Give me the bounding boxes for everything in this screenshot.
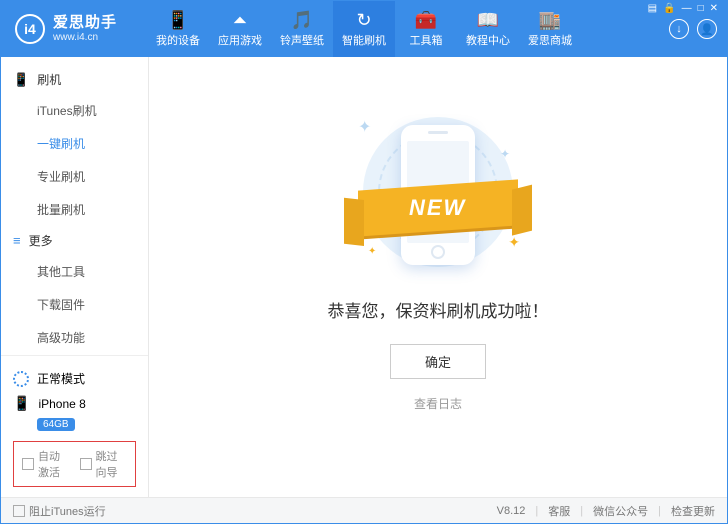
skip-guide-checkbox[interactable]: 跳过向导 [80,448,128,480]
lock-icon[interactable]: 🔒 [663,3,675,14]
sidebar: 📱 刷机 iTunes刷机 一键刷机 专业刷机 批量刷机 ≡ 更多 其他工具 下… [1,57,149,497]
sidebar-item-pro-flash[interactable]: 专业刷机 [1,160,148,193]
footer: 阻止iTunes运行 V8.12 | 客服 | 微信公众号 | 检查更新 [1,497,727,523]
device-name: iPhone 8 [38,397,85,411]
brand-logo[interactable]: i4 爱思助手 www.i4.cn [15,14,127,44]
window-controls: ▤ 🔒 — □ ✕ [648,3,718,14]
nav-tutorials[interactable]: 📖 教程中心 [457,1,519,57]
sidebar-bottom: 正常模式 📱 iPhone 8 64GB 自动激活 跳过向导 [1,355,148,497]
minimize-button[interactable]: — [682,3,692,14]
header-right: ↓ 👤 [669,19,717,39]
header: i4 爱思助手 www.i4.cn 📱 我的设备 ⏶ 应用游戏 🎵 铃声壁纸 ↻… [1,1,727,57]
brand-name: 爱思助手 [53,15,117,32]
nav-my-device[interactable]: 📱 我的设备 [147,1,209,57]
nav-store[interactable]: 🏬 爱思商城 [519,1,581,57]
body: 📱 刷机 iTunes刷机 一键刷机 专业刷机 批量刷机 ≡ 更多 其他工具 下… [1,57,727,497]
brand-site: www.i4.cn [53,32,117,43]
highlighted-options: 自动激活 跳过向导 [13,441,136,487]
book-icon: 📖 [477,11,499,29]
auto-activate-checkbox[interactable]: 自动激活 [22,448,70,480]
maximize-button[interactable]: □ [698,3,704,14]
checkbox-icon [13,505,25,517]
top-nav: 📱 我的设备 ⏶ 应用游戏 🎵 铃声壁纸 ↻ 智能刷机 🧰 工具箱 📖 教程 [147,1,669,57]
nav-flash[interactable]: ↻ 智能刷机 [333,1,395,57]
phone-small-icon: 📱 [13,395,30,412]
menu-icon[interactable]: ▤ [648,3,657,14]
sidebar-item-download-firmware[interactable]: 下载固件 [1,288,148,321]
close-button[interactable]: ✕ [710,3,718,14]
phone-icon: 📱 [13,72,29,88]
sidebar-group-more[interactable]: ≡ 更多 [1,226,148,255]
checkbox-icon [80,458,92,470]
mode-icon [13,371,29,387]
download-icon[interactable]: ↓ [669,19,689,39]
success-illustration: ✦✦✦✦ NEW [338,107,538,277]
view-log-link[interactable]: 查看日志 [414,395,462,412]
block-itunes-checkbox[interactable]: 阻止iTunes运行 [13,503,106,519]
more-icon: ≡ [13,233,21,248]
nav-apps[interactable]: ⏶ 应用游戏 [209,1,271,57]
app-window: ▤ 🔒 — □ ✕ i4 爱思助手 www.i4.cn 📱 我的设备 ⏶ 应用游… [0,0,728,524]
sidebar-item-advanced[interactable]: 高级功能 [1,321,148,354]
sidebar-group-flash[interactable]: 📱 刷机 [1,65,148,94]
device-row[interactable]: 📱 iPhone 8 [13,391,136,416]
sidebar-item-other-tools[interactable]: 其他工具 [1,255,148,288]
check-update-link[interactable]: 检查更新 [671,503,715,519]
ok-button[interactable]: 确定 [390,344,486,379]
nav-toolbox[interactable]: 🧰 工具箱 [395,1,457,57]
wechat-link[interactable]: 微信公众号 [593,503,648,519]
sidebar-item-itunes-flash[interactable]: iTunes刷机 [1,94,148,127]
device-icon: 📱 [167,11,189,29]
toolbox-icon: 🧰 [415,11,437,29]
music-icon: 🎵 [291,11,313,29]
success-message: 恭喜您，保资料刷机成功啦！ [328,297,549,322]
user-icon[interactable]: 👤 [697,19,717,39]
refresh-icon: ↻ [356,11,371,29]
store-icon: 🏬 [539,11,561,29]
logo-icon: i4 [15,14,45,44]
apps-icon: ⏶ [233,11,247,29]
mode-label: 正常模式 [37,370,85,387]
nav-ringtones[interactable]: 🎵 铃声壁纸 [271,1,333,57]
mode-row[interactable]: 正常模式 [13,366,136,391]
sidebar-item-batch-flash[interactable]: 批量刷机 [1,193,148,226]
checkbox-icon [22,458,34,470]
main-panel: ✦✦✦✦ NEW 恭喜您，保资料刷机成功啦！ 确定 查看日志 [149,57,727,497]
version-label: V8.12 [497,505,526,517]
storage-badge: 64GB [37,418,75,431]
sidebar-item-oneclick-flash[interactable]: 一键刷机 [1,127,148,160]
support-link[interactable]: 客服 [548,503,570,519]
